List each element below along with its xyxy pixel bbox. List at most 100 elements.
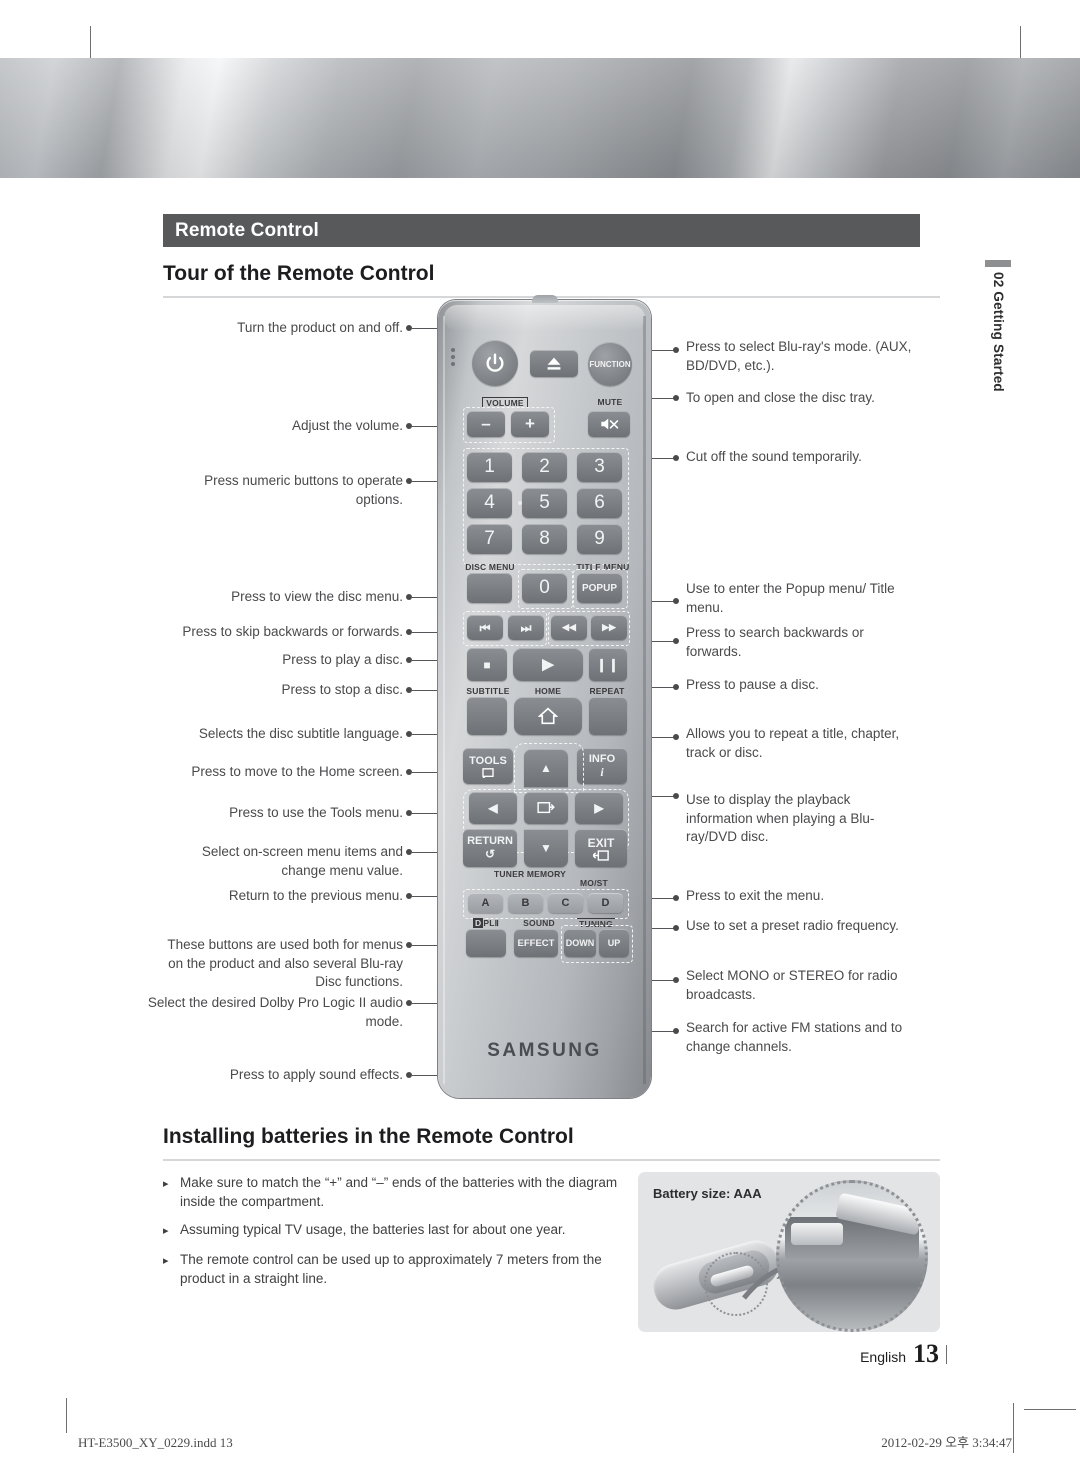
pause-glyph: ❙❙ bbox=[596, 657, 620, 672]
color-key-b-label: B bbox=[521, 897, 530, 909]
callout-popup: Use to enter the Popup menu/ Title menu. bbox=[686, 581, 895, 615]
pause-button[interactable]: ❙❙ bbox=[589, 648, 627, 681]
remote-left-edge bbox=[443, 316, 445, 1084]
home-button[interactable] bbox=[514, 697, 582, 735]
color-key-c-button[interactable]: C bbox=[548, 893, 583, 913]
sound-effect-button[interactable]: EFFECT bbox=[514, 929, 558, 957]
crop-mark-bottom-right bbox=[1024, 1409, 1076, 1410]
dpad-up-button[interactable]: ▲ bbox=[524, 749, 568, 787]
number-7-button[interactable]: 7 bbox=[467, 524, 512, 554]
number-5-button[interactable]: 5 bbox=[522, 488, 567, 518]
play-button[interactable]: ▶ bbox=[513, 648, 583, 681]
dpad-down-button[interactable]: ▼ bbox=[524, 829, 568, 867]
dolby-button[interactable] bbox=[466, 929, 506, 957]
mute-icon bbox=[601, 418, 619, 430]
color-key-a-button[interactable]: A bbox=[468, 893, 503, 913]
exit-button[interactable]: EXIT bbox=[575, 829, 627, 867]
callout-return: Return to the previous menu. bbox=[228, 888, 403, 903]
home-icon bbox=[538, 707, 558, 725]
popup-button[interactable]: POPUP bbox=[577, 573, 622, 603]
disc-menu-button[interactable] bbox=[467, 573, 512, 603]
subtitle-button[interactable] bbox=[467, 697, 507, 735]
function-button-label: FUNCTION bbox=[589, 359, 631, 369]
color-key-b-button[interactable]: B bbox=[508, 893, 543, 913]
stop-button[interactable]: ■ bbox=[467, 648, 507, 681]
callout-function: Press to select Blu-ray's mode. (AUX, BD… bbox=[686, 339, 912, 373]
number-3-label: 3 bbox=[594, 456, 605, 477]
power-button[interactable] bbox=[472, 340, 518, 386]
mute-label: MUTE bbox=[597, 397, 623, 407]
crop-mark-bottom-left bbox=[66, 1398, 67, 1433]
callout-dolby: Select the desired Dolby Pro Logic II au… bbox=[147, 995, 403, 1029]
mute-button[interactable] bbox=[588, 411, 630, 437]
callout-dot-function bbox=[673, 347, 679, 353]
number-1-button[interactable]: 1 bbox=[467, 452, 512, 482]
callout-stop: Press to stop a disc. bbox=[281, 682, 403, 697]
search-backward-button[interactable]: ◀◀ bbox=[551, 615, 587, 640]
number-4-button[interactable]: 4 bbox=[467, 488, 512, 518]
dpad-right-button[interactable]: ▶ bbox=[575, 792, 623, 824]
callout-dot-popup bbox=[673, 598, 679, 604]
metallic-header-band bbox=[0, 58, 1080, 178]
volume-down-button[interactable]: – bbox=[467, 411, 505, 437]
dolby-text: PL bbox=[483, 918, 495, 928]
repeat-button[interactable] bbox=[589, 697, 627, 735]
page-number: 13 bbox=[913, 1339, 939, 1368]
callout-dot-eject bbox=[673, 395, 679, 401]
volume-up-button[interactable]: + bbox=[511, 411, 549, 437]
callout-tools: Press to use the Tools menu. bbox=[229, 805, 403, 820]
popup-button-label: POPUP bbox=[581, 582, 617, 594]
callout-dot-pause bbox=[673, 684, 679, 690]
callout-dot-exit bbox=[673, 895, 679, 901]
info-icon: i bbox=[600, 764, 604, 779]
return-button[interactable]: RETURN ↺ bbox=[463, 829, 517, 867]
tuning-label: TUNING bbox=[563, 918, 629, 929]
section-banner-title: Remote Control bbox=[175, 219, 319, 241]
color-key-d-button[interactable]: D bbox=[588, 893, 623, 913]
number-8-button[interactable]: 8 bbox=[522, 524, 567, 554]
battery-compartment-zoom bbox=[776, 1180, 928, 1332]
side-tab-bar bbox=[985, 260, 1011, 267]
exit-button-label: EXIT bbox=[587, 835, 615, 850]
return-icon: ↺ bbox=[484, 847, 496, 861]
bullet-text: Make sure to match the “+” and “–” ends … bbox=[180, 1175, 618, 1209]
bullet-marker-icon: ▸ bbox=[163, 1225, 169, 1237]
number-4-label: 4 bbox=[484, 492, 495, 513]
skip-backward-button[interactable]: ⏮ bbox=[467, 615, 503, 640]
info-button[interactable]: INFO i bbox=[577, 748, 627, 784]
number-6-button[interactable]: 6 bbox=[577, 488, 622, 518]
callout-info: Use to display the playback information … bbox=[686, 792, 875, 844]
arrow-up-glyph: ▲ bbox=[540, 761, 552, 775]
tools-button[interactable]: TOOLS bbox=[463, 748, 513, 784]
tuning-up-button[interactable]: UP bbox=[599, 929, 629, 957]
dpad-enter-button[interactable] bbox=[524, 792, 568, 824]
bullet-text: The remote control can be used up to app… bbox=[180, 1252, 602, 1286]
list-item: ▸ Assuming typical TV usage, the batteri… bbox=[163, 1220, 633, 1241]
skip-forward-button[interactable]: ⏭ bbox=[508, 615, 544, 640]
volume-up-label: + bbox=[525, 414, 535, 433]
remote-right-edge bbox=[643, 316, 646, 1084]
dolby-two: Ⅱ bbox=[494, 918, 499, 928]
section-banner: Remote Control bbox=[163, 214, 920, 247]
number-0-button[interactable]: 0 bbox=[522, 573, 567, 603]
search-forward-button[interactable]: ▶▶ bbox=[591, 615, 627, 640]
eject-button[interactable] bbox=[530, 350, 578, 377]
callout-disc-menu: Press to view the disc menu. bbox=[231, 589, 403, 604]
number-9-button[interactable]: 9 bbox=[577, 524, 622, 554]
number-2-button[interactable]: 2 bbox=[522, 452, 567, 482]
enter-icon bbox=[537, 802, 555, 814]
volume-down-label: – bbox=[481, 414, 491, 433]
tuning-down-button[interactable]: DOWN bbox=[564, 929, 596, 957]
number-3-button[interactable]: 3 bbox=[577, 452, 622, 482]
function-button[interactable]: FUNCTION bbox=[588, 342, 632, 386]
battery-bullet-list: ▸ Make sure to match the “+” and “–” end… bbox=[163, 1173, 633, 1297]
skip-back-glyph: ⏮ bbox=[479, 620, 491, 635]
remote-open-illustration bbox=[648, 1230, 793, 1316]
return-button-label: RETURN bbox=[467, 835, 513, 847]
callout-skip: Press to skip backwards or forwards. bbox=[182, 624, 403, 639]
color-key-d-label: D bbox=[601, 897, 610, 909]
tuning-up-label: UP bbox=[607, 938, 621, 948]
dpad-left-button[interactable]: ◀ bbox=[469, 792, 517, 824]
bullet-marker-icon: ▸ bbox=[163, 1178, 169, 1190]
list-item: ▸ Make sure to match the “+” and “–” end… bbox=[163, 1173, 633, 1211]
